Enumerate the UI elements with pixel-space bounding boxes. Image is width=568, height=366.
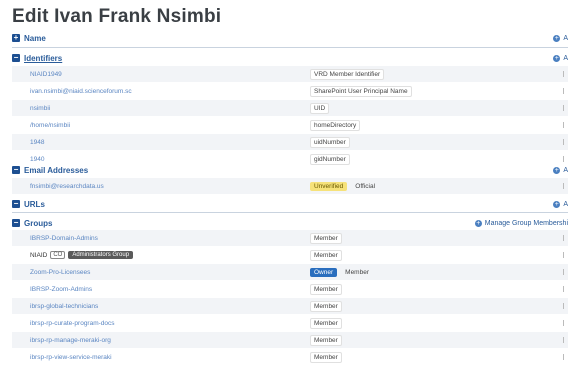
group-role: Member <box>310 317 342 329</box>
add-identifier-button[interactable]: + A <box>553 54 568 62</box>
divider <box>12 212 568 213</box>
section-groups-title[interactable]: Groups <box>24 219 52 228</box>
row-edge <box>563 183 568 189</box>
row-edge <box>563 88 568 94</box>
add-url-button[interactable]: + A <box>553 200 568 208</box>
table-row: ivan.nsimbi@niaid.scienceforum.sc ShareP… <box>12 83 568 100</box>
group-name-cell[interactable]: NIAID CO Administrators Group <box>30 251 134 259</box>
table-row: NIAID1949 VRD Member Identifier <box>12 66 568 83</box>
email-value[interactable]: fnsimbi@researchdata.us <box>30 183 104 190</box>
table-row: ibrsp-rp-manage-meraki-org Member <box>12 332 568 349</box>
identifier-value[interactable]: 1948 <box>30 139 44 146</box>
page-title: Edit Ivan Frank Nsimbi <box>12 6 222 27</box>
row-edge <box>563 269 568 275</box>
table-row: IBRSP-Domain-Admins Member <box>12 230 568 247</box>
manage-group-membership-button[interactable]: + Manage Group Membershi <box>474 219 568 227</box>
group-role: Member <box>310 300 342 312</box>
section-name-header[interactable]: + Name + A <box>12 30 568 46</box>
identifier-type: SharePoint User Principal Name <box>310 85 412 97</box>
row-edge <box>563 252 568 258</box>
collapse-icon[interactable]: − <box>12 200 20 208</box>
identifier-type: uidNumber <box>310 136 350 148</box>
group-name[interactable]: ibrsp-global-technicians <box>30 303 98 310</box>
email-list: fnsimbi@researchdata.us Unverified Offic… <box>12 178 568 195</box>
group-role: Member <box>310 232 342 244</box>
identifier-value[interactable]: ivan.nsimbi@niaid.scienceforum.sc <box>30 88 132 95</box>
section-identifiers-header[interactable]: − Identifiers + A <box>12 50 568 66</box>
row-edge <box>563 235 568 241</box>
row-edge <box>563 320 568 326</box>
identifier-value[interactable]: nsimbii <box>30 105 50 112</box>
group-name[interactable]: NIAID <box>30 252 47 259</box>
section-identifiers-title[interactable]: Identifiers <box>24 54 62 63</box>
collapse-icon[interactable]: − <box>12 54 20 62</box>
add-email-button[interactable]: + A <box>553 166 568 174</box>
group-name[interactable]: ibrsp-rp-manage-meraki-org <box>30 337 111 344</box>
section-urls-header[interactable]: − URLs + A <box>12 196 568 212</box>
add-icon: + <box>553 200 561 208</box>
row-edge <box>563 303 568 309</box>
group-role: Member <box>310 283 342 295</box>
table-row: ibrsp-rp-curate-program-docs Member <box>12 315 568 332</box>
group-name[interactable]: Zoom-Pro-Licensees <box>30 269 90 276</box>
add-icon: + <box>553 54 561 62</box>
identifier-value[interactable]: NIAID1949 <box>30 71 62 78</box>
section-urls-title[interactable]: URLs <box>24 200 45 209</box>
expand-icon[interactable]: + <box>12 34 20 42</box>
add-icon: + <box>474 219 482 227</box>
row-edge <box>563 122 568 128</box>
table-row: Zoom-Pro-Licensees Owner Member <box>12 264 568 281</box>
row-edge <box>563 354 568 360</box>
group-role: Member <box>345 268 369 276</box>
add-name-button[interactable]: + A <box>553 34 568 42</box>
groups-list: IBRSP-Domain-Admins Member NIAID CO Admi… <box>12 230 568 366</box>
table-row: nsimbii UID <box>12 100 568 117</box>
identifier-type: UID <box>310 102 330 114</box>
table-row: fnsimbi@researchdata.us Unverified Offic… <box>12 178 568 195</box>
identifier-type: homeDirectory <box>310 119 361 131</box>
group-name[interactable]: ibrsp-rp-curate-program-docs <box>30 320 115 327</box>
collapse-icon[interactable]: − <box>12 166 20 174</box>
row-edge <box>563 105 568 111</box>
group-name[interactable]: ibrsp-rp-view-service-meraki <box>30 354 112 361</box>
group-role: Member <box>310 249 342 261</box>
group-role: Member <box>310 334 342 346</box>
table-row: /home/nsimbii homeDirectory <box>12 117 568 134</box>
section-groups-header[interactable]: − Groups + Manage Group Membershi <box>12 215 568 231</box>
identifier-value[interactable]: /home/nsimbii <box>30 122 70 129</box>
collapse-icon[interactable]: − <box>12 219 20 227</box>
section-email-header[interactable]: − Email Addresses + A <box>12 162 568 178</box>
section-email-title[interactable]: Email Addresses <box>24 166 88 175</box>
table-row: NIAID CO Administrators Group Member <box>12 247 568 264</box>
add-icon: + <box>553 166 561 174</box>
table-row: ibrsp-rp-view-service-meraki Member <box>12 349 568 366</box>
table-row: ibrsp-global-technicians Member <box>12 298 568 315</box>
co-tag: CO <box>50 251 66 259</box>
table-row: IBRSP-Zoom-Admins Member <box>12 281 568 298</box>
divider <box>12 47 568 48</box>
identifier-type: VRD Member Identifier <box>310 68 385 80</box>
row-edge <box>563 71 568 77</box>
row-edge <box>563 286 568 292</box>
add-icon: + <box>553 34 561 42</box>
row-edge <box>563 139 568 145</box>
identifiers-list: NIAID1949 VRD Member Identifier ivan.nsi… <box>12 66 568 168</box>
table-row: 1948 uidNumber <box>12 134 568 151</box>
section-name-title[interactable]: Name <box>24 34 46 43</box>
unverified-badge: Unverified <box>310 181 348 191</box>
administrators-group-tag: Administrators Group <box>68 251 134 259</box>
owner-badge: Owner <box>310 267 338 277</box>
email-type: Official <box>355 182 376 190</box>
row-edge <box>563 337 568 343</box>
group-role: Member <box>310 351 342 363</box>
group-name[interactable]: IBRSP-Zoom-Admins <box>30 286 92 293</box>
group-name[interactable]: IBRSP-Domain-Admins <box>30 235 98 242</box>
